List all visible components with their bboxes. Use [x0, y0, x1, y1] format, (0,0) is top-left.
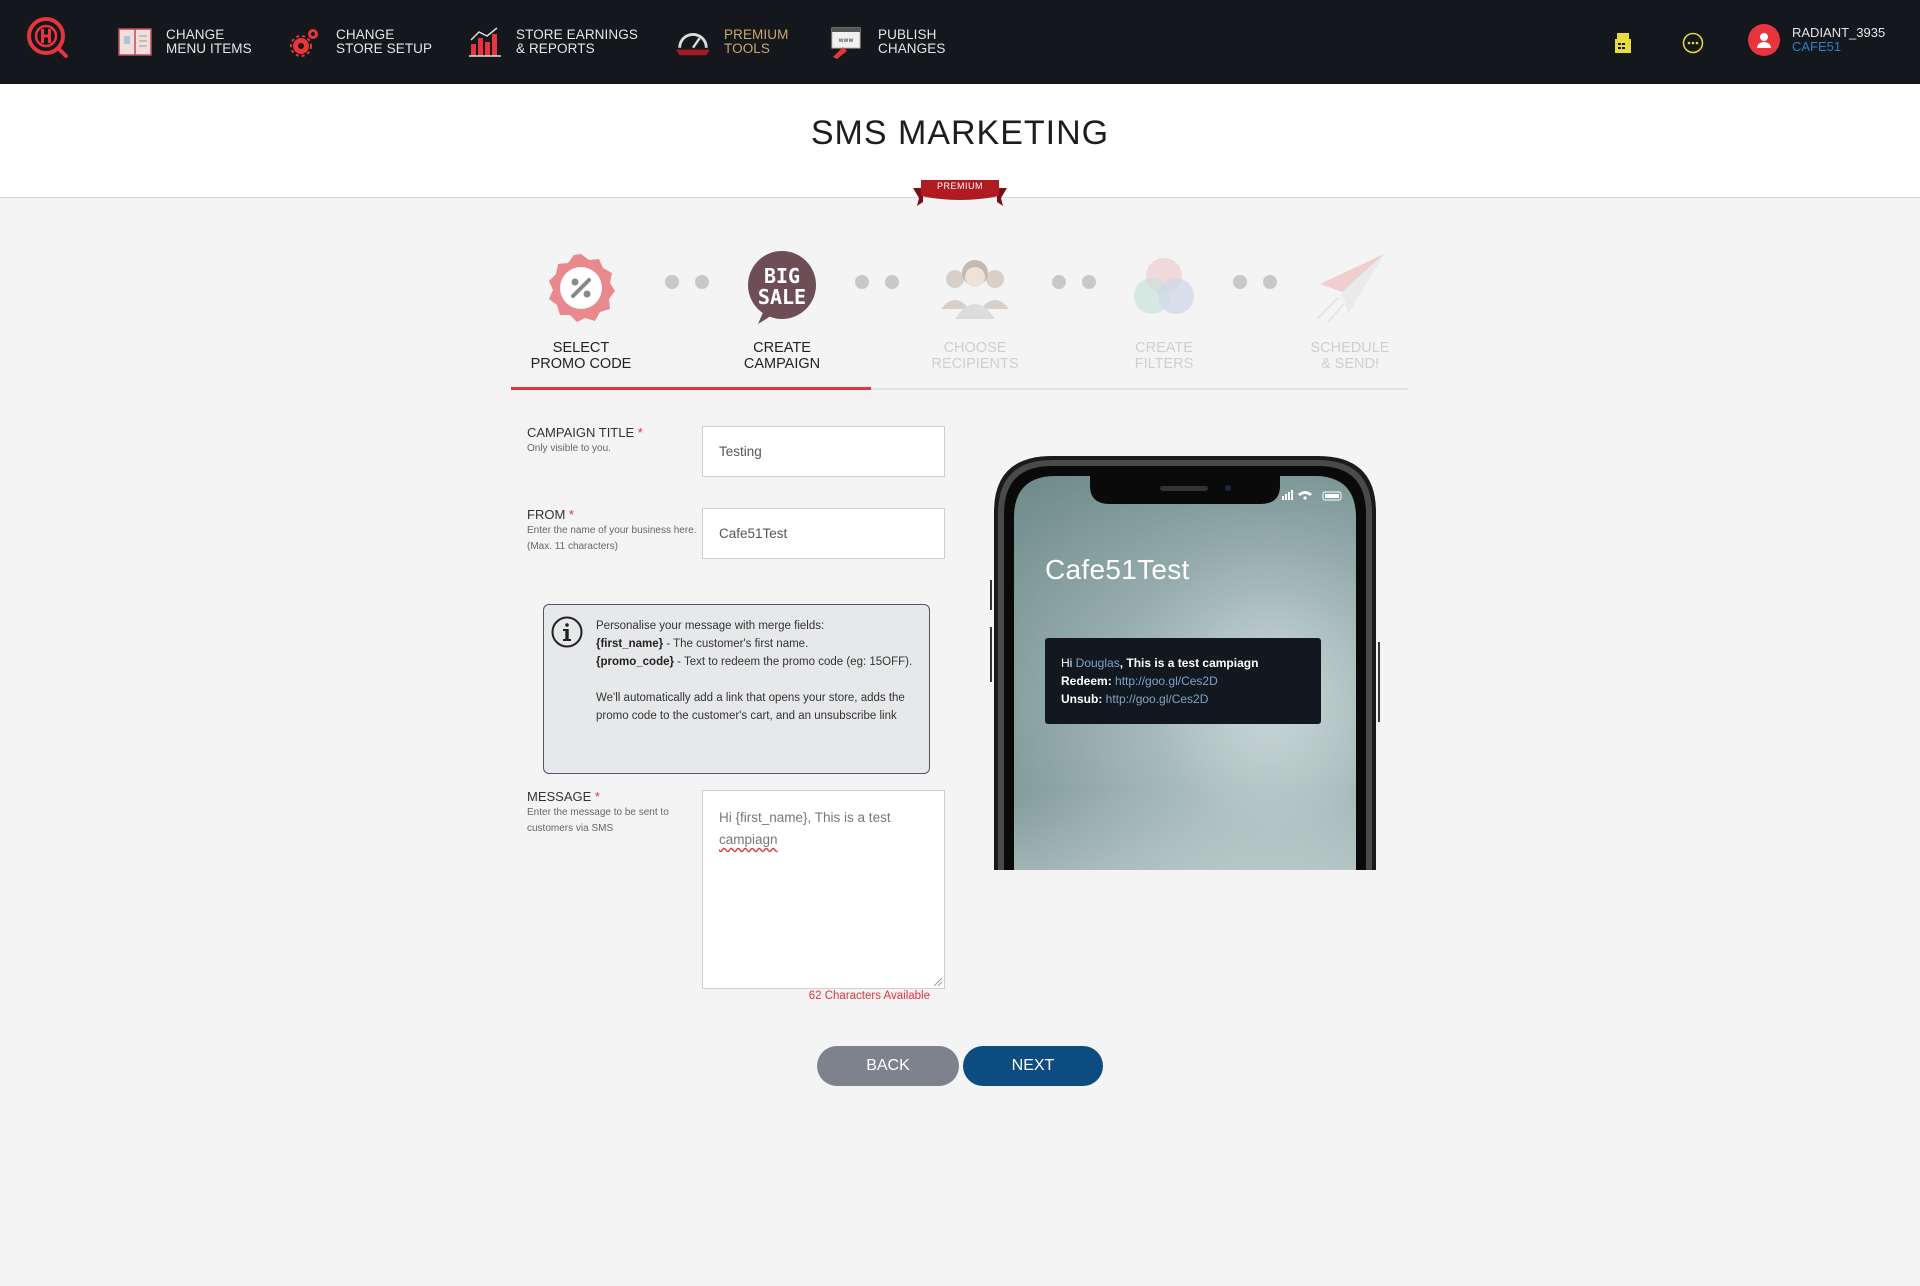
merge-fields-info-box: Personalise your message with merge fiel…: [543, 604, 930, 774]
nav-premium-tools[interactable]: PREMIUM TOOLS: [674, 24, 788, 60]
menu-book-icon: [116, 24, 154, 60]
sms-redeem-label: Redeem:: [1061, 674, 1116, 688]
more-options-icon[interactable]: [1680, 30, 1706, 56]
sms-recipient-name: Douglas: [1075, 656, 1120, 670]
nav-label-line1: PUBLISH: [878, 27, 937, 42]
characters-available: 62 Characters Available: [808, 990, 930, 1002]
message-misspelled-word: campiagn: [719, 832, 778, 847]
merge-field-first-name: {first_name}: [596, 638, 664, 650]
step-connector: [665, 275, 709, 289]
nav-change-menu-items[interactable]: CHANGE MENU ITEMS: [116, 24, 252, 60]
step-label-line1: CHOOSE: [943, 340, 1007, 356]
step-label-line2: & SEND!: [1320, 356, 1379, 372]
nav-store-earnings-reports[interactable]: STORE EARNINGS & REPORTS: [466, 24, 638, 60]
nav-label-line2: TOOLS: [724, 41, 771, 56]
sms-message-bubble: Hi Douglas, This is a test campiagn Rede…: [1045, 638, 1321, 724]
nav-publish-changes[interactable]: www PUBLISH CHANGES: [828, 24, 945, 60]
message-help: Enter the message to be sent to customer…: [527, 807, 669, 834]
store-name: CAFE51: [1792, 39, 1842, 54]
nav-label-line1: STORE EARNINGS: [516, 27, 638, 42]
nav-label-line1: PREMIUM: [724, 27, 789, 42]
merge-field-promo-code: {promo_code}: [596, 656, 674, 668]
next-button[interactable]: NEXT: [963, 1046, 1103, 1086]
campaign-title-value: Testing: [719, 444, 762, 459]
info-icon: [551, 616, 583, 648]
step-label-line2: FILTERS: [1134, 356, 1194, 372]
people-group-icon: [937, 250, 1013, 326]
sms-redeem-link: http://goo.gl/Ces2D: [1115, 674, 1218, 688]
nav-label-line2: & REPORTS: [516, 41, 595, 56]
resize-handle-icon[interactable]: [932, 976, 942, 986]
step-label-line2: PROMO CODE: [530, 356, 632, 372]
nav-label-line2: STORE SETUP: [336, 41, 433, 56]
sms-unsub-link: http://goo.gl/Ces2D: [1105, 692, 1209, 706]
sms-unsub-label: Unsub:: [1061, 692, 1106, 706]
premium-badge-label: PREMIUM: [937, 181, 983, 191]
nav-label-line2: MENU ITEMS: [166, 41, 252, 56]
paper-plane-icon: [1312, 250, 1388, 326]
step-create-campaign[interactable]: BIG SALE CREATE CAMPAIGN: [707, 250, 857, 372]
nav-label-line1: CHANGE: [336, 27, 395, 42]
info-intro: Personalise your message with merge fiel…: [596, 620, 825, 632]
user-avatar-icon: [1748, 24, 1780, 56]
sms-body: , This is a test campiagn: [1119, 656, 1259, 670]
printer-icon[interactable]: [1610, 30, 1636, 56]
gears-icon: [286, 24, 324, 60]
from-value: Cafe51Test: [719, 526, 788, 541]
from-label: FROM *: [527, 507, 574, 522]
nav-change-store-setup[interactable]: CHANGE STORE SETUP: [286, 24, 432, 60]
back-button[interactable]: BACK: [817, 1046, 959, 1086]
from-help: Enter the name of your business here. (M…: [527, 525, 697, 552]
step-label-line1: SELECT: [552, 340, 610, 356]
step-connector: [855, 275, 899, 289]
step-connector: [1233, 275, 1277, 289]
step-label-line1: CREATE: [1135, 340, 1193, 356]
step-progress-bar: [511, 387, 871, 390]
sms-sender-name: Cafe51Test: [1045, 554, 1190, 585]
campaign-title-input[interactable]: Testing: [702, 426, 945, 477]
sms-greeting: Hi: [1061, 656, 1076, 670]
campaign-title-label: CAMPAIGN TITLE *: [527, 425, 643, 440]
page-title: SMS MARKETING: [810, 114, 1110, 152]
user-name: RADIANT_3935: [1792, 25, 1886, 40]
speedometer-icon: [674, 24, 712, 60]
step-label-line1: CREATE: [753, 340, 811, 356]
message-textarea[interactable]: Hi {first_name}, This is a test campiagn: [702, 790, 945, 989]
venn-filter-icon: [1126, 250, 1202, 326]
step-label-line2: CAMPAIGN: [743, 356, 821, 372]
top-nav-bar: CHANGE MENU ITEMS CHANGE STORE SETUP STORE…: [0, 0, 1920, 84]
from-input[interactable]: Cafe51Test: [702, 508, 945, 559]
percent-badge-icon: [543, 250, 619, 326]
step-label-line1: SCHEDULE: [1310, 340, 1390, 356]
nav-label-line2: CHANGES: [878, 41, 946, 56]
app-logo-icon[interactable]: [26, 16, 70, 60]
step-choose-recipients: CHOOSE RECIPIENTS: [900, 250, 1050, 372]
message-label: MESSAGE *: [527, 789, 600, 804]
step-label-line2: RECIPIENTS: [931, 356, 1019, 372]
message-text: Hi {first_name}, This is a test: [719, 810, 891, 825]
campaign-title-help: Only visible to you.: [527, 443, 611, 454]
merge-field-promo-code-desc: - Text to redeem the promo code (eg: 15O…: [673, 656, 913, 668]
info-note: We'll automatically add a link that open…: [596, 692, 905, 722]
badge-text-sale: SALE: [758, 285, 806, 309]
step-select-promo-code[interactable]: SELECT PROMO CODE: [506, 250, 656, 372]
publish-www-icon: www: [828, 24, 866, 60]
user-account-menu[interactable]: RADIANT_3935 CAFE51: [1748, 24, 1885, 56]
step-schedule-send: SCHEDULE & SEND!: [1275, 250, 1425, 372]
step-create-filters: CREATE FILTERS: [1089, 250, 1239, 372]
big-sale-badge-icon: BIG SALE: [744, 250, 820, 326]
svg-text:www: www: [839, 37, 854, 44]
nav-label-line1: CHANGE: [166, 27, 225, 42]
merge-field-first-name-desc: - The customer's first name.: [663, 638, 809, 650]
bar-chart-icon: [466, 24, 504, 60]
